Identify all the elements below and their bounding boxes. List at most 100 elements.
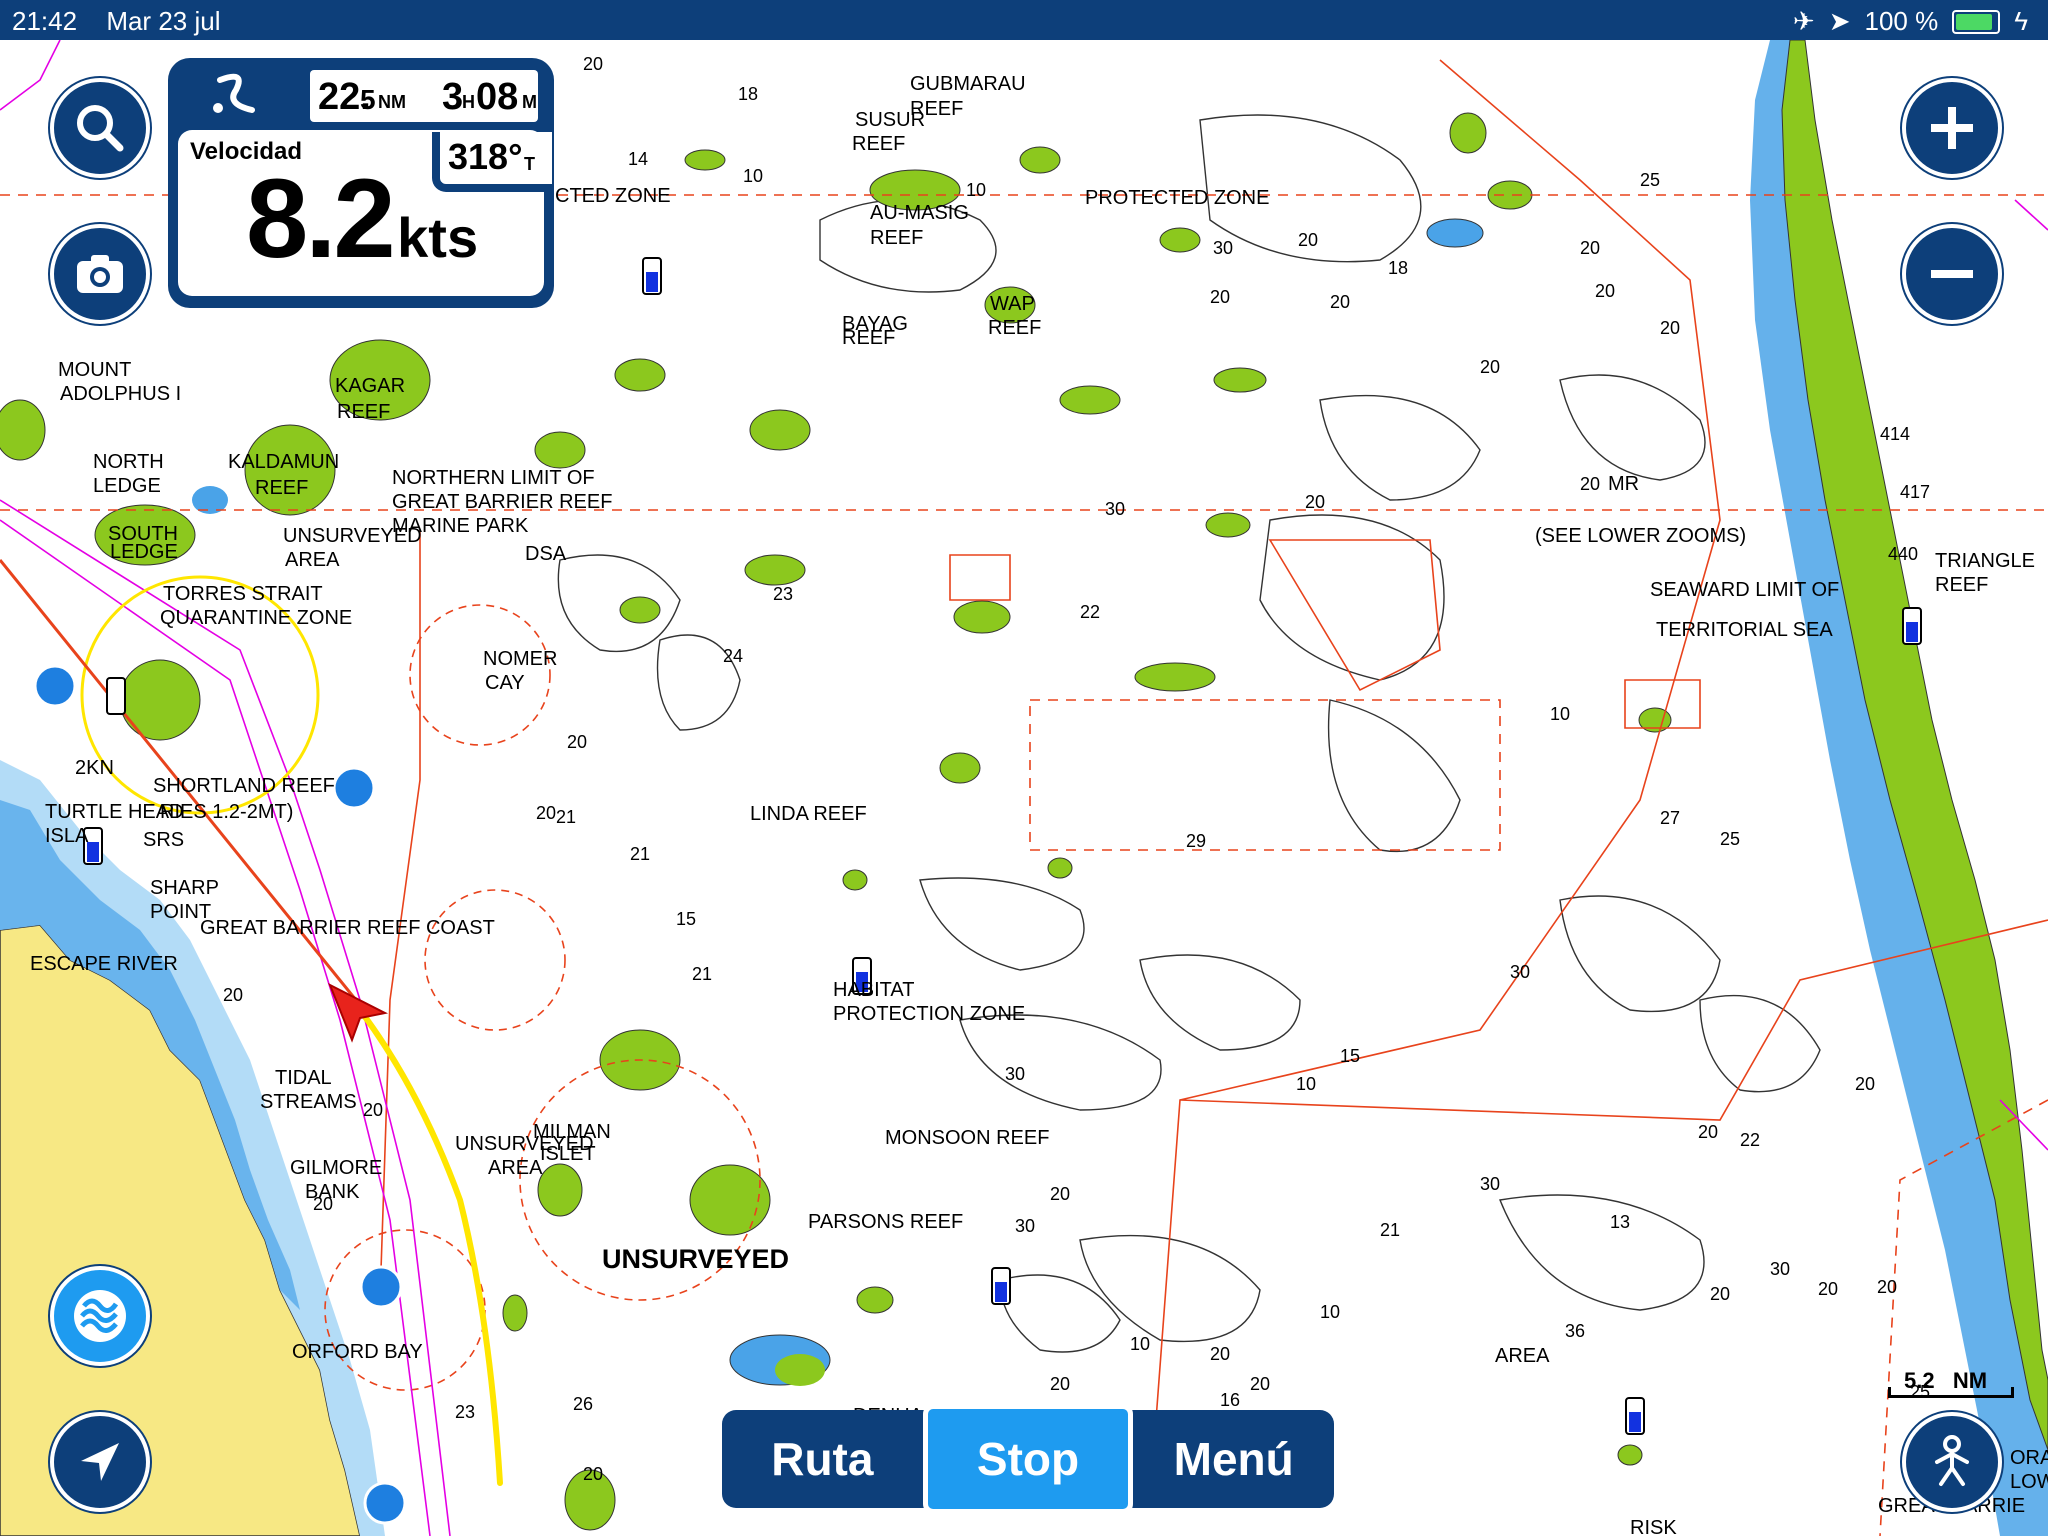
menu-button[interactable]: Menú (1133, 1410, 1334, 1508)
search-icon (77, 105, 124, 152)
label-dsa: DSA (525, 543, 567, 565)
svg-text:20: 20 (583, 54, 603, 74)
locate-icon (81, 1443, 119, 1481)
svg-text:25: 25 (1720, 829, 1740, 849)
label-unsurveyed-big: UNSURVEYED (602, 1244, 789, 1274)
label-au-masig: AU-MASIG (870, 202, 969, 224)
svg-text:20: 20 (1050, 1184, 1070, 1204)
boat-logo-icon (206, 70, 266, 120)
svg-text:20: 20 (1050, 1374, 1070, 1394)
svg-text:29: 29 (1186, 831, 1206, 851)
label-au-masig-reef: REEF (870, 227, 923, 249)
label-susur-reef: REEF (852, 133, 905, 155)
label-area-3: AREA (1495, 1345, 1550, 1367)
svg-text:20: 20 (363, 1100, 383, 1120)
speed-readout: 8.2 kts (246, 154, 478, 283)
svg-text:16: 16 (1220, 1390, 1240, 1410)
label-kagar: KAGAR (335, 375, 405, 397)
label-nomer: NOMER (483, 648, 557, 670)
svg-text:22: 22 (1080, 602, 1100, 622)
label-orford: ORFORD BAY (292, 1341, 423, 1363)
label-escape: ESCAPE RIVER (30, 953, 178, 975)
svg-text:27: 27 (1660, 808, 1680, 828)
zoom-out-button[interactable] (1902, 224, 2002, 324)
eta-minutes: 08 (476, 76, 519, 118)
status-date: Mar 23 jul (106, 6, 221, 36)
svg-text:20: 20 (1818, 1279, 1838, 1299)
zoom-in-button[interactable] (1902, 78, 2002, 178)
svg-text:30: 30 (1213, 238, 1233, 258)
svg-text:26: 26 (573, 1394, 593, 1414)
speed-value: 8.2 (246, 156, 396, 281)
bolt-icon: ϟ (2014, 6, 2028, 36)
svg-text:21: 21 (1380, 1220, 1400, 1240)
distance-frac: 5 (360, 84, 376, 115)
label-area-2: AREA (488, 1157, 543, 1179)
battery-percent: 100 % (1864, 6, 1939, 36)
label-protection: PROTECTION ZONE (833, 1003, 1025, 1025)
label-adolphus: ADOLPHUS I (60, 383, 181, 405)
svg-text:10: 10 (743, 166, 763, 186)
svg-text:20: 20 (1210, 287, 1230, 307)
label-tidal: TIDAL (275, 1067, 332, 1089)
svg-text:20: 20 (1877, 1277, 1897, 1297)
person-button[interactable] (1902, 1412, 2002, 1512)
weather-button[interactable] (50, 1266, 150, 1366)
label-bank: BANK (305, 1181, 360, 1203)
label-mount: MOUNT (58, 359, 131, 381)
search-button[interactable] (50, 78, 150, 178)
scale-bar: 5.2 NM (1888, 1368, 2014, 1398)
label-area-1: AREA (285, 549, 340, 571)
svg-text:14: 14 (628, 149, 648, 169)
label-north: NORTH (93, 451, 164, 473)
airplane-icon: ✈ (1792, 6, 1815, 36)
label-susur: SUSUR (855, 109, 925, 131)
label-unsurveyed-1: UNSURVEYED (283, 525, 422, 547)
svg-text:20: 20 (1595, 281, 1615, 301)
label-monsoon: MONSOON REEF (885, 1127, 1049, 1149)
label-seaward: SEAWARD LIMIT OF (1650, 579, 1839, 601)
label-ora: ORA (2010, 1447, 2048, 1469)
camera-button[interactable] (50, 224, 150, 324)
eta-hours: 3 (442, 76, 464, 118)
svg-text:10: 10 (1320, 1302, 1340, 1322)
svg-text:30: 30 (1105, 499, 1125, 519)
stop-button[interactable]: Stop (922, 1404, 1134, 1514)
label-risk: RISK (1630, 1517, 1677, 1536)
label-triangle-reef: REEF (1935, 574, 1988, 596)
navigation-dashboard[interactable]: 22. 5 NM 3 H 08 M 318° T Velocidad 8.2 k… (168, 58, 554, 308)
label-mr: MR (1608, 473, 1639, 495)
eta-h-unit: H (462, 92, 475, 112)
label-kagar-reef: REEF (337, 401, 390, 423)
svg-text:20: 20 (1580, 474, 1600, 494)
label-ries: RIES 1.2-2MT) (160, 801, 293, 823)
svg-text:22: 22 (1740, 1130, 1760, 1150)
label-northern-limit: NORTHERN LIMIT OF (392, 467, 595, 489)
svg-text:23: 23 (773, 584, 793, 604)
svg-text:20: 20 (1250, 1374, 1270, 1394)
svg-text:20: 20 (536, 803, 556, 823)
route-button[interactable]: Ruta (722, 1410, 923, 1508)
label-srs: SRS (143, 829, 184, 851)
svg-text:20: 20 (1330, 292, 1350, 312)
label-protected-zone: PROTECTED ZONE (1085, 187, 1269, 209)
label-streams: STREAMS (260, 1091, 357, 1113)
svg-text:440: 440 (1888, 544, 1918, 564)
svg-text:20: 20 (1210, 1344, 1230, 1364)
label-triangle: TRIANGLE (1935, 550, 2035, 572)
svg-text:24: 24 (723, 646, 743, 666)
svg-text:21: 21 (630, 844, 650, 864)
svg-text:417: 417 (1900, 482, 1930, 502)
heading-unit: T (524, 154, 535, 174)
label-wap: WAP (990, 293, 1035, 315)
location-arrow-icon: ➤ (1828, 6, 1851, 36)
svg-text:13: 13 (1610, 1212, 1630, 1232)
label-torres: TORRES STRAIT (163, 583, 323, 605)
label-north-ledge: LEDGE (93, 475, 161, 497)
label-parsons: PARSONS REEF (808, 1211, 963, 1233)
eta-m-unit: M (522, 92, 537, 112)
locate-button[interactable] (50, 1412, 150, 1512)
svg-text:30: 30 (1510, 962, 1530, 982)
svg-text:25: 25 (1640, 170, 1660, 190)
zoom-in-icon (1931, 107, 1973, 149)
